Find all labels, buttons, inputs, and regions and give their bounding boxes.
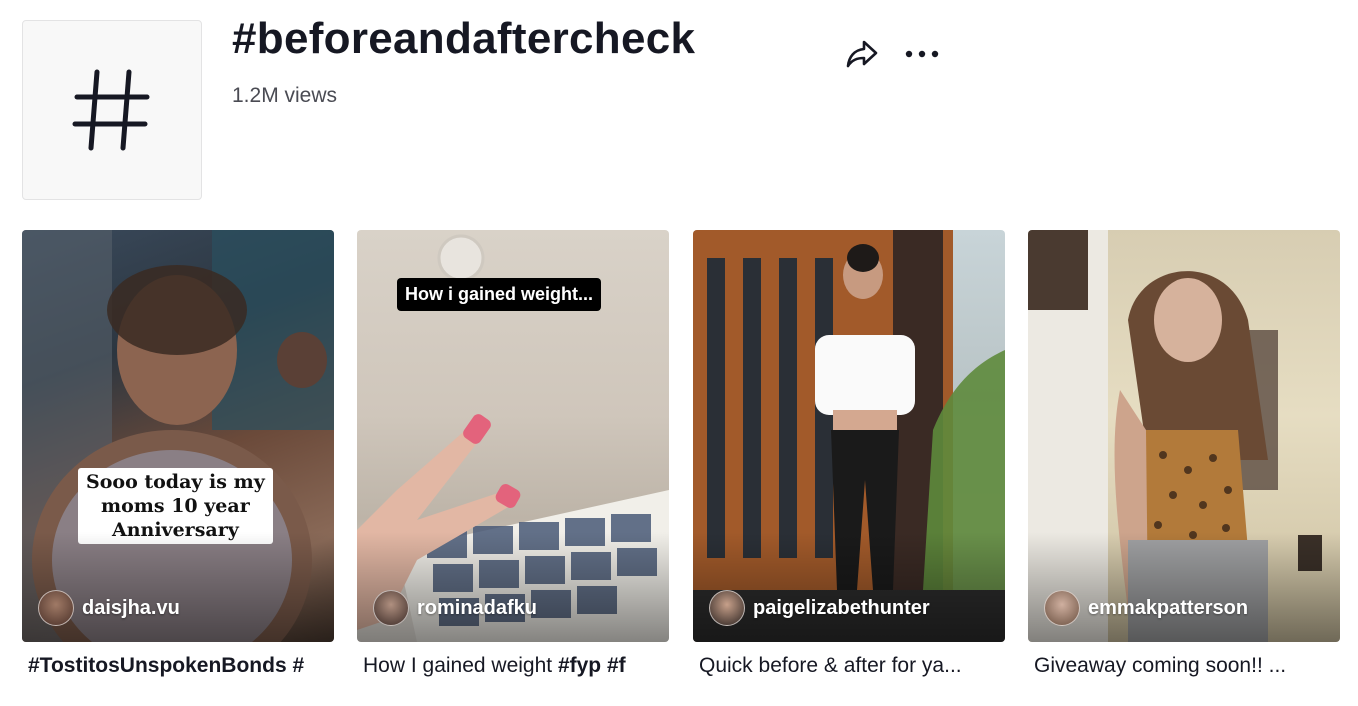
video-card[interactable]: emmakpatterson Giveaway coming soon!! ..…: [1028, 230, 1340, 678]
author-name: emmakpatterson: [1088, 596, 1249, 619]
share-icon: [846, 40, 878, 68]
page-title: #beforeandaftercheck: [232, 14, 696, 63]
hashtag-avatar: [22, 20, 202, 200]
share-button[interactable]: [842, 34, 882, 74]
avatar: [38, 590, 74, 626]
video-author[interactable]: paigelizabethunter: [709, 590, 930, 626]
video-caption[interactable]: Giveaway coming soon!! ...: [1028, 654, 1340, 678]
avatar: [373, 590, 409, 626]
hashtag-icon: [72, 69, 150, 151]
video-caption[interactable]: #TostitosUnspokenBonds #: [22, 654, 334, 678]
video-author[interactable]: rominadafku: [373, 590, 537, 626]
more-options-button[interactable]: [902, 36, 942, 72]
video-grid: Sooo today is my moms 10 year Anniversar…: [22, 230, 1340, 680]
video-caption[interactable]: How I gained weight #fyp #f: [357, 654, 669, 678]
video-card[interactable]: How i gained weight... rominadafku How I…: [357, 230, 669, 678]
video-caption[interactable]: Quick before & after for ya...: [693, 654, 1005, 678]
video-thumbnail[interactable]: How i gained weight... rominadafku: [357, 230, 669, 642]
more-icon: [905, 50, 939, 58]
video-overlay-text: How i gained weight...: [397, 278, 602, 311]
video-thumbnail[interactable]: emmakpatterson: [1028, 230, 1340, 642]
video-card[interactable]: paigelizabethunter Quick before & after …: [693, 230, 1005, 678]
avatar: [709, 590, 745, 626]
view-count: 1.2M views: [232, 84, 338, 107]
video-card[interactable]: Sooo today is my moms 10 year Anniversar…: [22, 230, 334, 678]
author-name: daisjha.vu: [82, 596, 180, 619]
video-thumbnail[interactable]: Sooo today is my moms 10 year Anniversar…: [22, 230, 334, 642]
author-name: rominadafku: [417, 596, 538, 619]
avatar: [1044, 590, 1080, 626]
author-name: paigelizabethunter: [753, 596, 930, 619]
video-author[interactable]: daisjha.vu: [38, 590, 180, 626]
video-author[interactable]: emmakpatterson: [1044, 590, 1248, 626]
video-thumbnail[interactable]: paigelizabethunter: [693, 230, 1005, 642]
